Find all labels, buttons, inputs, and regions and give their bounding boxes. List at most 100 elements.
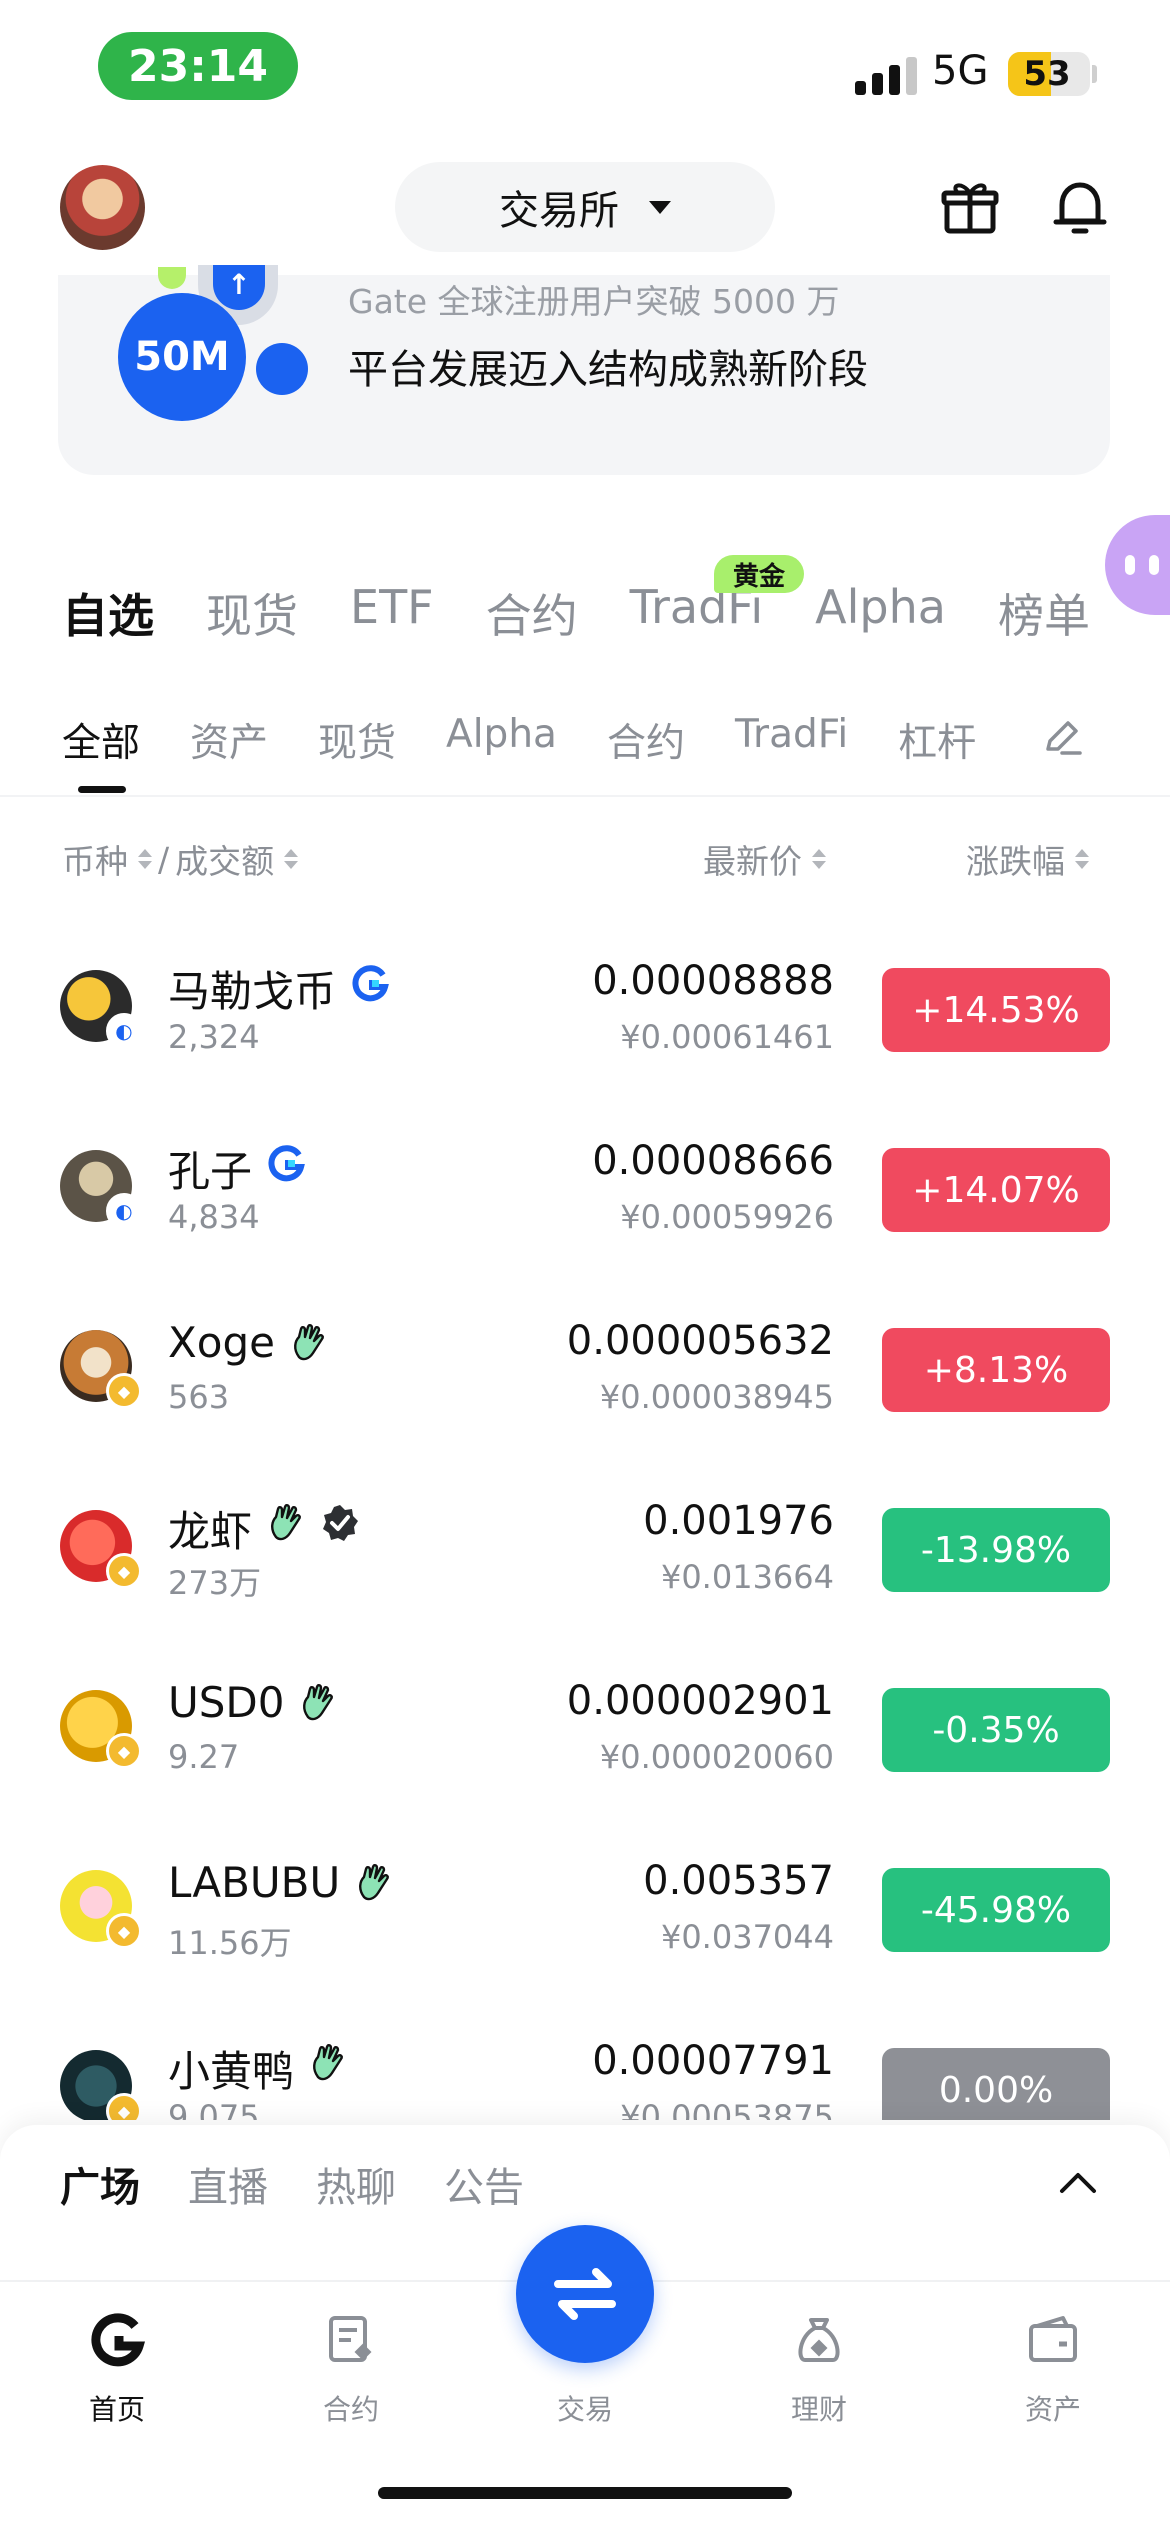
last-price: 0.00008666 (592, 1138, 834, 1184)
coin-row[interactable]: ◆ 小黄鸭 9,075 0.00007791 ¥0.00053875 0.00% (0, 2000, 1170, 2120)
banner-title: 平台发展迈入结构成熟新阶段 (348, 347, 868, 393)
exchange-mode-label: 交易所 (499, 188, 619, 234)
change-badge[interactable]: +14.53% (882, 968, 1110, 1052)
sub-tab[interactable]: 资产 (190, 712, 268, 772)
change-badge[interactable]: +14.07% (882, 1148, 1110, 1232)
last-price: 0.00008888 (592, 958, 834, 1004)
gate-chain-icon: ◐ (106, 1193, 142, 1229)
banner-subtitle: Gate 全球注册用户突破 5000 万 (348, 282, 840, 321)
change-badge[interactable]: -45.98% (882, 1868, 1110, 1952)
coin-row[interactable]: ◆ LABUBU 11.56万 0.005357 ¥0.037044 -45.98% (0, 1820, 1170, 2000)
main-tab[interactable]: 合约 (486, 580, 578, 650)
active-tab-indicator (78, 786, 126, 793)
change-badge[interactable]: -0.35% (882, 1688, 1110, 1772)
futures-icon (321, 2310, 381, 2370)
banner-badge: 50M (118, 293, 246, 421)
coin-volume: 2,324 (168, 1018, 260, 1056)
sort-by-coin[interactable]: 币种 / 成交额 (62, 835, 299, 883)
sub-tab[interactable]: 全部 (62, 712, 140, 772)
change-badge[interactable]: 0.00% (882, 2048, 1110, 2120)
sub-tab[interactable]: TradFi (735, 712, 848, 772)
coin-tags (266, 1143, 306, 1187)
earn-icon (789, 2310, 849, 2370)
alpha-hand-icon (289, 1323, 329, 1367)
feed-tabs: 广场 直播 热聊 公告 (60, 2155, 572, 2213)
change-badge[interactable]: +8.13% (882, 1328, 1110, 1412)
tab-badge-gold: 黄金 (714, 555, 804, 593)
bsc-chain-icon: ◆ (106, 1553, 142, 1589)
wallet-icon (1023, 2310, 1083, 2370)
sub-tab[interactable]: 现货 (318, 712, 396, 772)
col-coin-label: 币种 (62, 842, 128, 881)
bsc-chain-icon: ◆ (106, 1733, 142, 1769)
sub-tab[interactable]: 合约 (607, 712, 685, 772)
coin-row[interactable]: ◆ USD0 9.27 0.000002901 ¥0.000020060 -0.35% (0, 1640, 1170, 1820)
price-cny: ¥0.000038945 (599, 1378, 834, 1416)
sort-by-change[interactable]: 涨跌幅 (966, 835, 1089, 883)
feed-tab[interactable]: 热聊 (316, 2155, 396, 2213)
bsc-chain-icon: ◆ (106, 1913, 142, 1949)
sort-icon (1075, 849, 1089, 869)
bell-icon[interactable] (1045, 172, 1115, 242)
nav-assets[interactable]: 资产 (983, 2310, 1123, 2440)
announcement-banner[interactable]: ↑ 50M Gate 全球注册用户突破 5000 万 平台发展迈入结构成熟新阶段 (58, 265, 1110, 475)
verified-icon (320, 1503, 360, 1547)
nav-label: 合约 (322, 2393, 379, 2426)
coin-name: USD0 (168, 1678, 285, 1727)
gift-icon[interactable] (935, 172, 1005, 242)
coin-volume: 273万 (168, 1564, 262, 1602)
main-tab[interactable]: 榜单 (998, 580, 1090, 650)
main-tab[interactable]: 现货 (206, 580, 298, 650)
market-list: ◐ 马勒戈币 2,324 0.00008888 ¥0.00061461 +14.53% ◐ 孔… (0, 920, 1170, 2120)
coin-volume: 563 (168, 1378, 230, 1416)
feed-tab[interactable]: 广场 (60, 2155, 140, 2213)
coin-row[interactable]: ◐ 马勒戈币 2,324 0.00008888 ¥0.00061461 +14.53% (0, 920, 1170, 1100)
main-tab[interactable]: ETF (350, 580, 434, 650)
sort-icon (138, 849, 152, 869)
cellular-signal-icon (855, 55, 917, 95)
trade-icon (555, 2310, 615, 2370)
col-volume-label[interactable]: 成交额 (175, 835, 274, 883)
price-cny: ¥0.037044 (660, 1918, 834, 1956)
nav-trade[interactable]: 交易 (515, 2310, 655, 2440)
price-cny: ¥0.00059926 (620, 1198, 834, 1236)
coin-row[interactable]: ◆ 龙虾 273万 0.001976 ¥0.013664 -13.98% (0, 1460, 1170, 1640)
sub-tab[interactable]: 杠杆 (898, 712, 976, 772)
coin-tags (308, 2043, 348, 2087)
coin-tags (354, 1863, 394, 1907)
nav-earn[interactable]: 理财 (749, 2310, 889, 2440)
exchange-mode-selector[interactable]: 交易所 (395, 162, 775, 252)
user-avatar[interactable] (60, 165, 145, 250)
battery-tip (1092, 65, 1097, 83)
price-cny: ¥0.013664 (660, 1558, 834, 1596)
coin-row[interactable]: ◆ Xoge 563 0.000005632 ¥0.000038945 +8.13% (0, 1280, 1170, 1460)
coin-name: Xoge (168, 1318, 275, 1367)
bottom-sheet: 广场 直播 热聊 公告 首页 合约 交易 理财 资产 (0, 2125, 1170, 2532)
nav-label: 资产 (1024, 2393, 1081, 2426)
col-separator: / (158, 839, 170, 879)
coin-tags (289, 1323, 329, 1367)
edit-icon[interactable] (1040, 715, 1084, 759)
feed-tab[interactable]: 直播 (188, 2155, 268, 2213)
chevron-up-icon[interactable] (1058, 2167, 1098, 2197)
col-price-label: 最新价 (703, 842, 802, 881)
col-change-label: 涨跌幅 (966, 842, 1065, 881)
coin-name: 龙虾 (168, 1507, 253, 1556)
coin-row[interactable]: ◐ 孔子 4,834 0.00008666 ¥0.00059926 +14.07% (0, 1100, 1170, 1280)
nav-futures[interactable]: 合约 (281, 2310, 421, 2440)
sub-tab[interactable]: Alpha (446, 712, 557, 772)
nav-home[interactable]: 首页 (47, 2310, 187, 2440)
sort-by-price[interactable]: 最新价 (703, 835, 826, 883)
price-cny: ¥0.00053875 (620, 2098, 834, 2120)
alpha-hand-icon (308, 2043, 348, 2087)
market-main-tabs: 自选 现货 ETF 合约 TradFi Alpha 榜单 (62, 580, 1142, 650)
main-tab[interactable]: Alpha (815, 580, 946, 650)
bsc-chain-icon: ◆ (106, 1373, 142, 1409)
gate-icon (266, 1143, 306, 1187)
feed-tab[interactable]: 公告 (444, 2155, 524, 2213)
last-price: 0.000005632 (566, 1318, 834, 1364)
nav-label: 理财 (790, 2393, 847, 2426)
main-tab[interactable]: 自选 (62, 580, 154, 650)
network-type: 5G (932, 48, 989, 94)
change-badge[interactable]: -13.98% (882, 1508, 1110, 1592)
